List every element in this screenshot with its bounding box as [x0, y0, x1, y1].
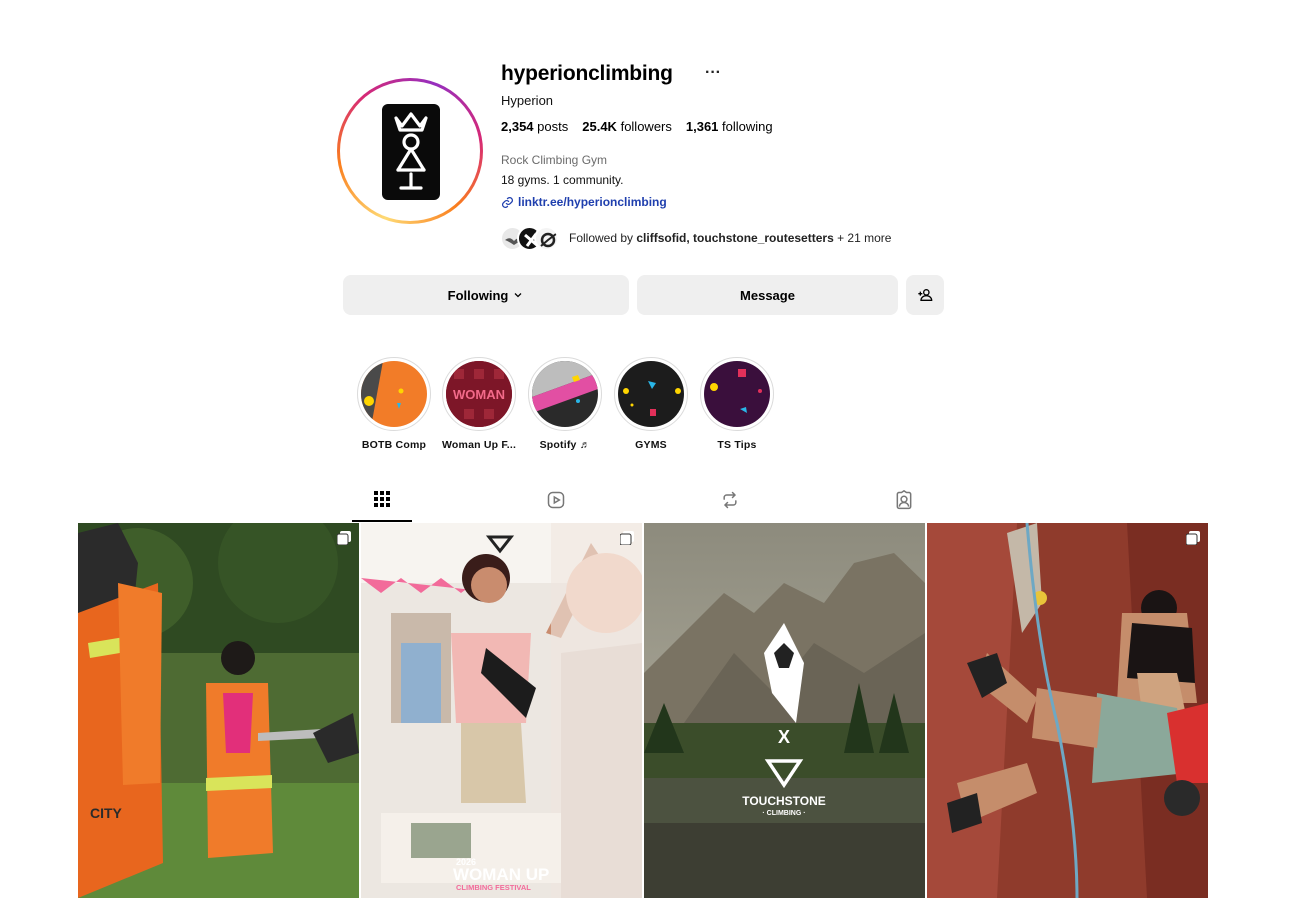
touchstone-title: TOUCHSTONE: [742, 794, 826, 808]
add-user-icon: [918, 289, 933, 301]
highlight-cover: [618, 361, 684, 427]
profile-stats: 2,354 posts 25.4K followers 1,361 follow…: [501, 119, 787, 134]
more-options-button[interactable]: ···: [705, 64, 721, 82]
profile-link-text[interactable]: linktr.ee/hyperionclimbing: [518, 195, 667, 209]
highlight-gyms[interactable]: GYMS: [614, 357, 688, 451]
carousel-icon: [620, 531, 634, 545]
followers-count[interactable]: 25.4K followers: [582, 119, 672, 134]
festival-sub: CLIMBING FESTIVAL: [456, 883, 531, 892]
follower-avatar: [534, 225, 559, 251]
tagged-icon: [896, 490, 912, 510]
carousel-icon: [1186, 531, 1200, 545]
highlight-cover: [361, 361, 427, 427]
add-user-button[interactable]: [906, 275, 944, 315]
festival-title: WOMAN UP: [453, 865, 549, 884]
highlight-cover: [704, 361, 770, 427]
profile-link[interactable]: linktr.ee/hyperionclimbing: [501, 195, 667, 209]
profile-full-name: Hyperion: [501, 93, 554, 108]
chevron-down-icon: [514, 293, 522, 298]
following-button[interactable]: Following: [343, 275, 629, 315]
carousel-icon: [337, 531, 351, 545]
post-thumbnail[interactable]: 2026 WOMAN UP CLIMBING FESTIVAL: [361, 523, 642, 898]
followed-by-text: Followed by cliffsofid, touchstone_route…: [569, 231, 892, 245]
post-thumbnail[interactable]: X TOUCHSTONE · CLIMBING ·: [644, 523, 925, 898]
collab-x: X: [778, 727, 790, 747]
touchstone-sub: · CLIMBING ·: [762, 810, 805, 817]
svg-text:WOMAN: WOMAN: [453, 387, 505, 402]
highlight-botb-comp[interactable]: BOTB Comp: [357, 357, 431, 451]
vest-text: CITY: [90, 805, 123, 821]
posts-count: 2,354 posts: [501, 119, 569, 134]
highlight-woman-up[interactable]: WOMAN Woman Up F...: [442, 357, 516, 451]
link-icon: [502, 196, 513, 208]
profile-category: Rock Climbing Gym: [501, 153, 608, 167]
profile-avatar[interactable]: [337, 78, 483, 224]
tab-tagged[interactable]: [874, 488, 934, 522]
profile-username: hyperionclimbing: [501, 62, 673, 85]
followed-by-row[interactable]: Followed by cliffsofid, touchstone_route…: [500, 224, 891, 252]
tab-reels[interactable]: [526, 488, 586, 522]
tab-reposts[interactable]: [700, 488, 760, 522]
profile-bio: 18 gyms. 1 community.: [501, 173, 624, 187]
highlight-cover: [532, 361, 598, 427]
highlight-cover: WOMAN: [446, 361, 512, 427]
grid-icon: [374, 491, 390, 507]
reposts-icon: [723, 491, 737, 509]
highlight-ts-tips[interactable]: TS Tips: [700, 357, 774, 451]
following-count[interactable]: 1,361 following: [686, 119, 773, 134]
tab-posts[interactable]: [352, 488, 412, 522]
hyperion-logo: [382, 104, 440, 200]
reels-icon: [547, 491, 565, 509]
post-thumbnail[interactable]: CITY: [78, 523, 359, 898]
highlight-spotify[interactable]: Spotify ♬: [528, 357, 602, 451]
post-thumbnail[interactable]: [927, 523, 1208, 898]
message-button[interactable]: Message: [637, 275, 898, 315]
